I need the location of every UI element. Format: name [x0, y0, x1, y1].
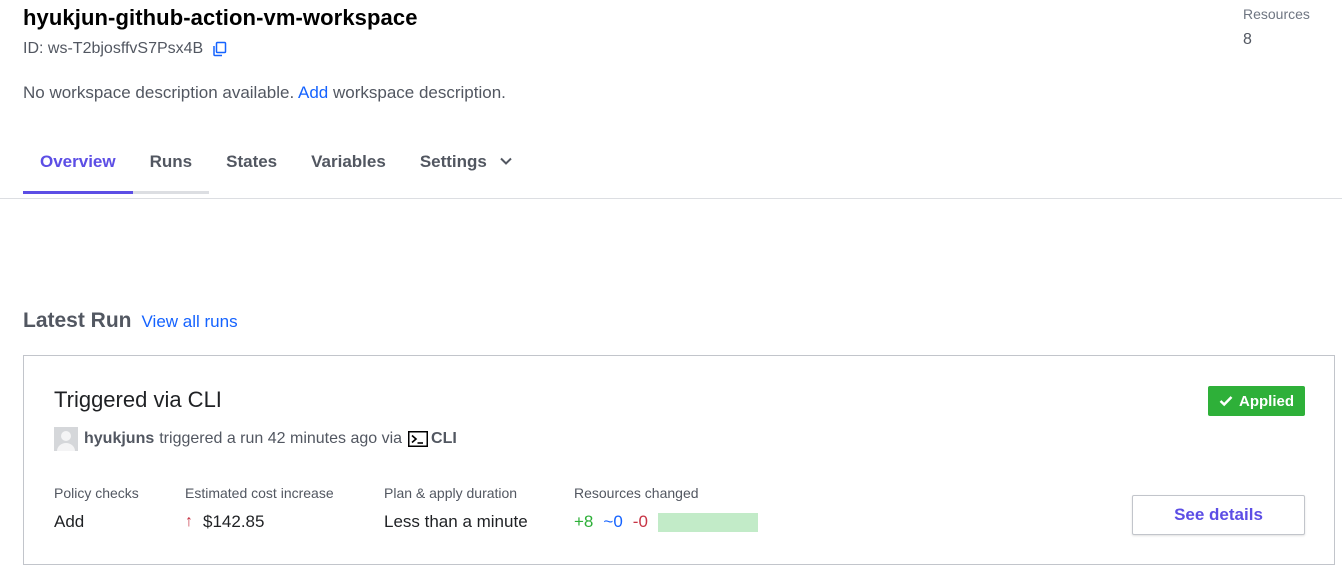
resources-changed: Resources changed +8 ~0 -0	[574, 485, 758, 532]
description-text: No workspace description available.	[23, 83, 295, 102]
trigger-text: triggered a run 42 minutes ago via	[159, 430, 403, 447]
workspace-id: ID: ws-T2bjosffvS7Psx4B	[23, 40, 229, 58]
workspace-id-value: ws-T2bjosffvS7Psx4B	[47, 40, 204, 57]
tab-variables[interactable]: Variables	[294, 140, 403, 194]
latest-run-header: Latest Run View all runs	[23, 309, 238, 333]
tab-runs[interactable]: Runs	[132, 140, 210, 194]
resources-change-bar	[657, 512, 758, 532]
tab-settings[interactable]: Settings	[403, 140, 530, 194]
see-details-button[interactable]: See details	[1132, 495, 1305, 535]
resources-changed-row: +8 ~0 -0	[574, 512, 758, 532]
avatar-icon	[54, 427, 78, 451]
resources-destroyed: -0	[632, 512, 648, 531]
resources-added: +8	[574, 512, 594, 531]
estimated-cost: Estimated cost increase ↑ $142.85	[185, 485, 334, 532]
chevron-down-icon	[500, 157, 512, 165]
policy-checks: Policy checks Add	[54, 485, 139, 532]
description-suffix: workspace description.	[332, 83, 506, 102]
duration-value: Less than a minute	[384, 512, 528, 531]
status-label: Applied	[1239, 392, 1294, 410]
tab-overview[interactable]: Overview	[23, 140, 133, 194]
estimated-cost-row: ↑ $142.85	[185, 512, 334, 532]
resources-summary: Resources 8	[1243, 6, 1310, 49]
run-user[interactable]: hyukjuns	[84, 430, 154, 448]
policy-checks-value: Add	[54, 512, 85, 531]
estimated-cost-value: $142.85	[203, 512, 265, 531]
plan-apply-duration: Plan & apply duration Less than a minute	[384, 485, 528, 532]
copy-icon[interactable]	[211, 40, 229, 58]
workspace-description: No workspace description available. Add …	[23, 83, 506, 103]
workspace-id-text: ID: ws-T2bjosffvS7Psx4B	[23, 40, 203, 58]
terminal-icon	[408, 431, 429, 447]
resources-count: 8	[1243, 31, 1252, 48]
view-all-runs-link[interactable]: View all runs	[142, 312, 238, 332]
resources-label: Resources	[1243, 6, 1310, 22]
arrow-up-icon: ↑	[185, 513, 193, 530]
tab-states[interactable]: States	[209, 140, 294, 194]
check-icon	[1219, 396, 1233, 407]
status-badge: Applied	[1208, 386, 1305, 416]
trigger-source: CLI	[431, 430, 457, 447]
resources-changed-count: ~0	[603, 512, 623, 531]
policy-checks-label: Policy checks	[54, 485, 139, 501]
latest-run-heading: Latest Run	[23, 309, 132, 332]
workspace-id-label: ID:	[23, 40, 44, 57]
run-title: Triggered via CLI	[54, 387, 222, 412]
workspace-title: hyukjun-github-action-vm-workspace	[23, 5, 418, 30]
tabs-divider	[0, 198, 1342, 199]
add-description-link[interactable]: Add	[298, 83, 328, 102]
resources-changed-label: Resources changed	[574, 485, 699, 501]
latest-run-card[interactable]: Triggered via CLI Applied hyukjuns trigg…	[23, 355, 1335, 565]
tab-settings-label: Settings	[419, 152, 487, 171]
estimated-cost-label: Estimated cost increase	[185, 485, 334, 501]
duration-label: Plan & apply duration	[384, 485, 518, 501]
workspace-tabs: Overview Runs States Variables Settings	[23, 140, 530, 197]
run-trigger-info: hyukjuns triggered a run 42 minutes ago …	[54, 427, 457, 451]
